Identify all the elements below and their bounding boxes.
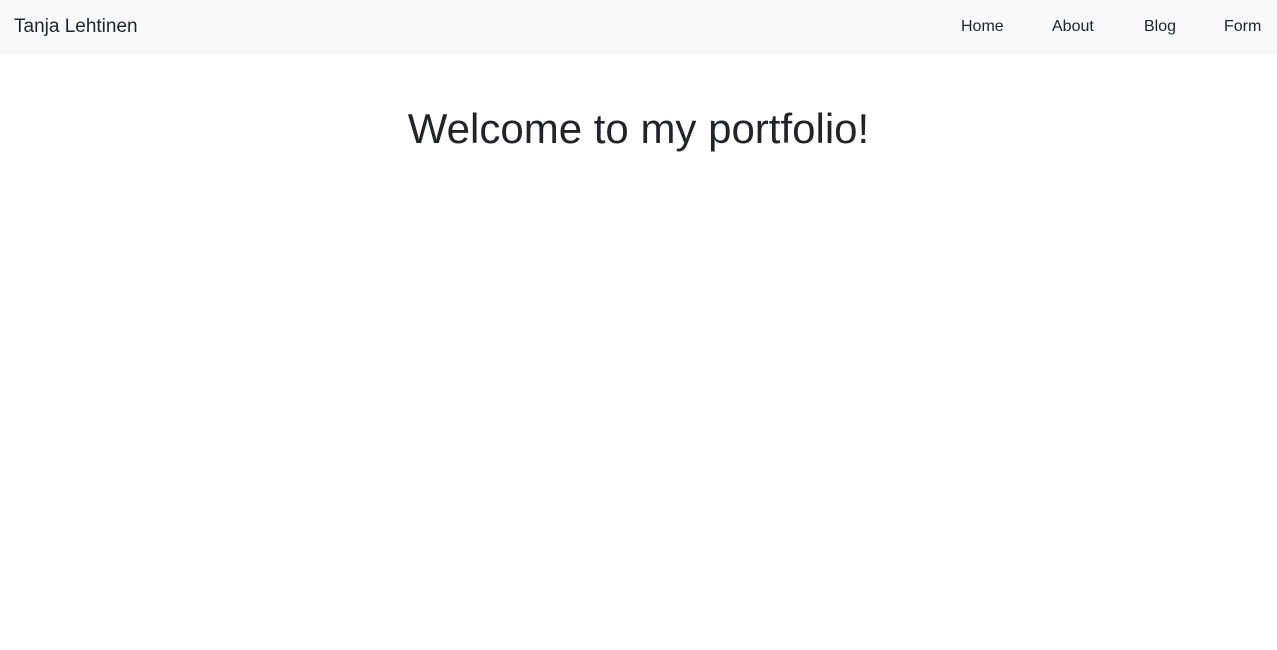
page-title: Welcome to my portfolio! [407,105,870,152]
main-content: Welcome to my portfolio! [0,55,1277,650]
nav-links: Home About Blog Form [0,0,1277,55]
nav-link-about[interactable]: About [1052,17,1094,37]
top-navbar: Tanja Lehtinen Home About Blog Form [0,0,1277,55]
nav-link-home[interactable]: Home [961,17,1004,37]
nav-link-blog[interactable]: Blog [1144,17,1176,37]
nav-link-form[interactable]: Form [1224,17,1261,37]
